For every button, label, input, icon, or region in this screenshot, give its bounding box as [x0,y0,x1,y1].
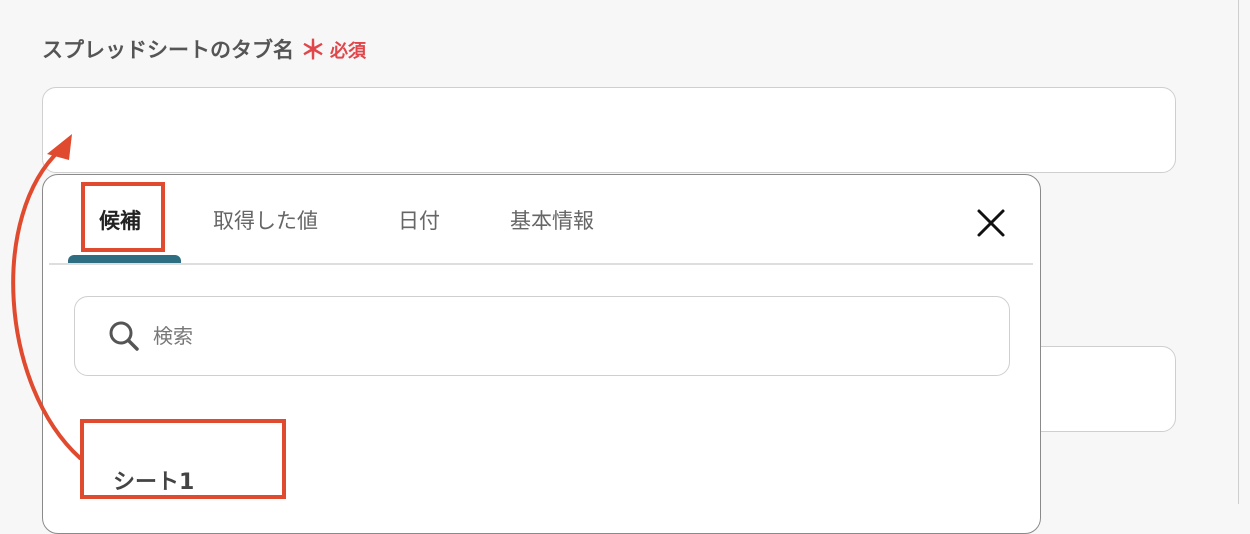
annotation-arrow [11,134,82,460]
